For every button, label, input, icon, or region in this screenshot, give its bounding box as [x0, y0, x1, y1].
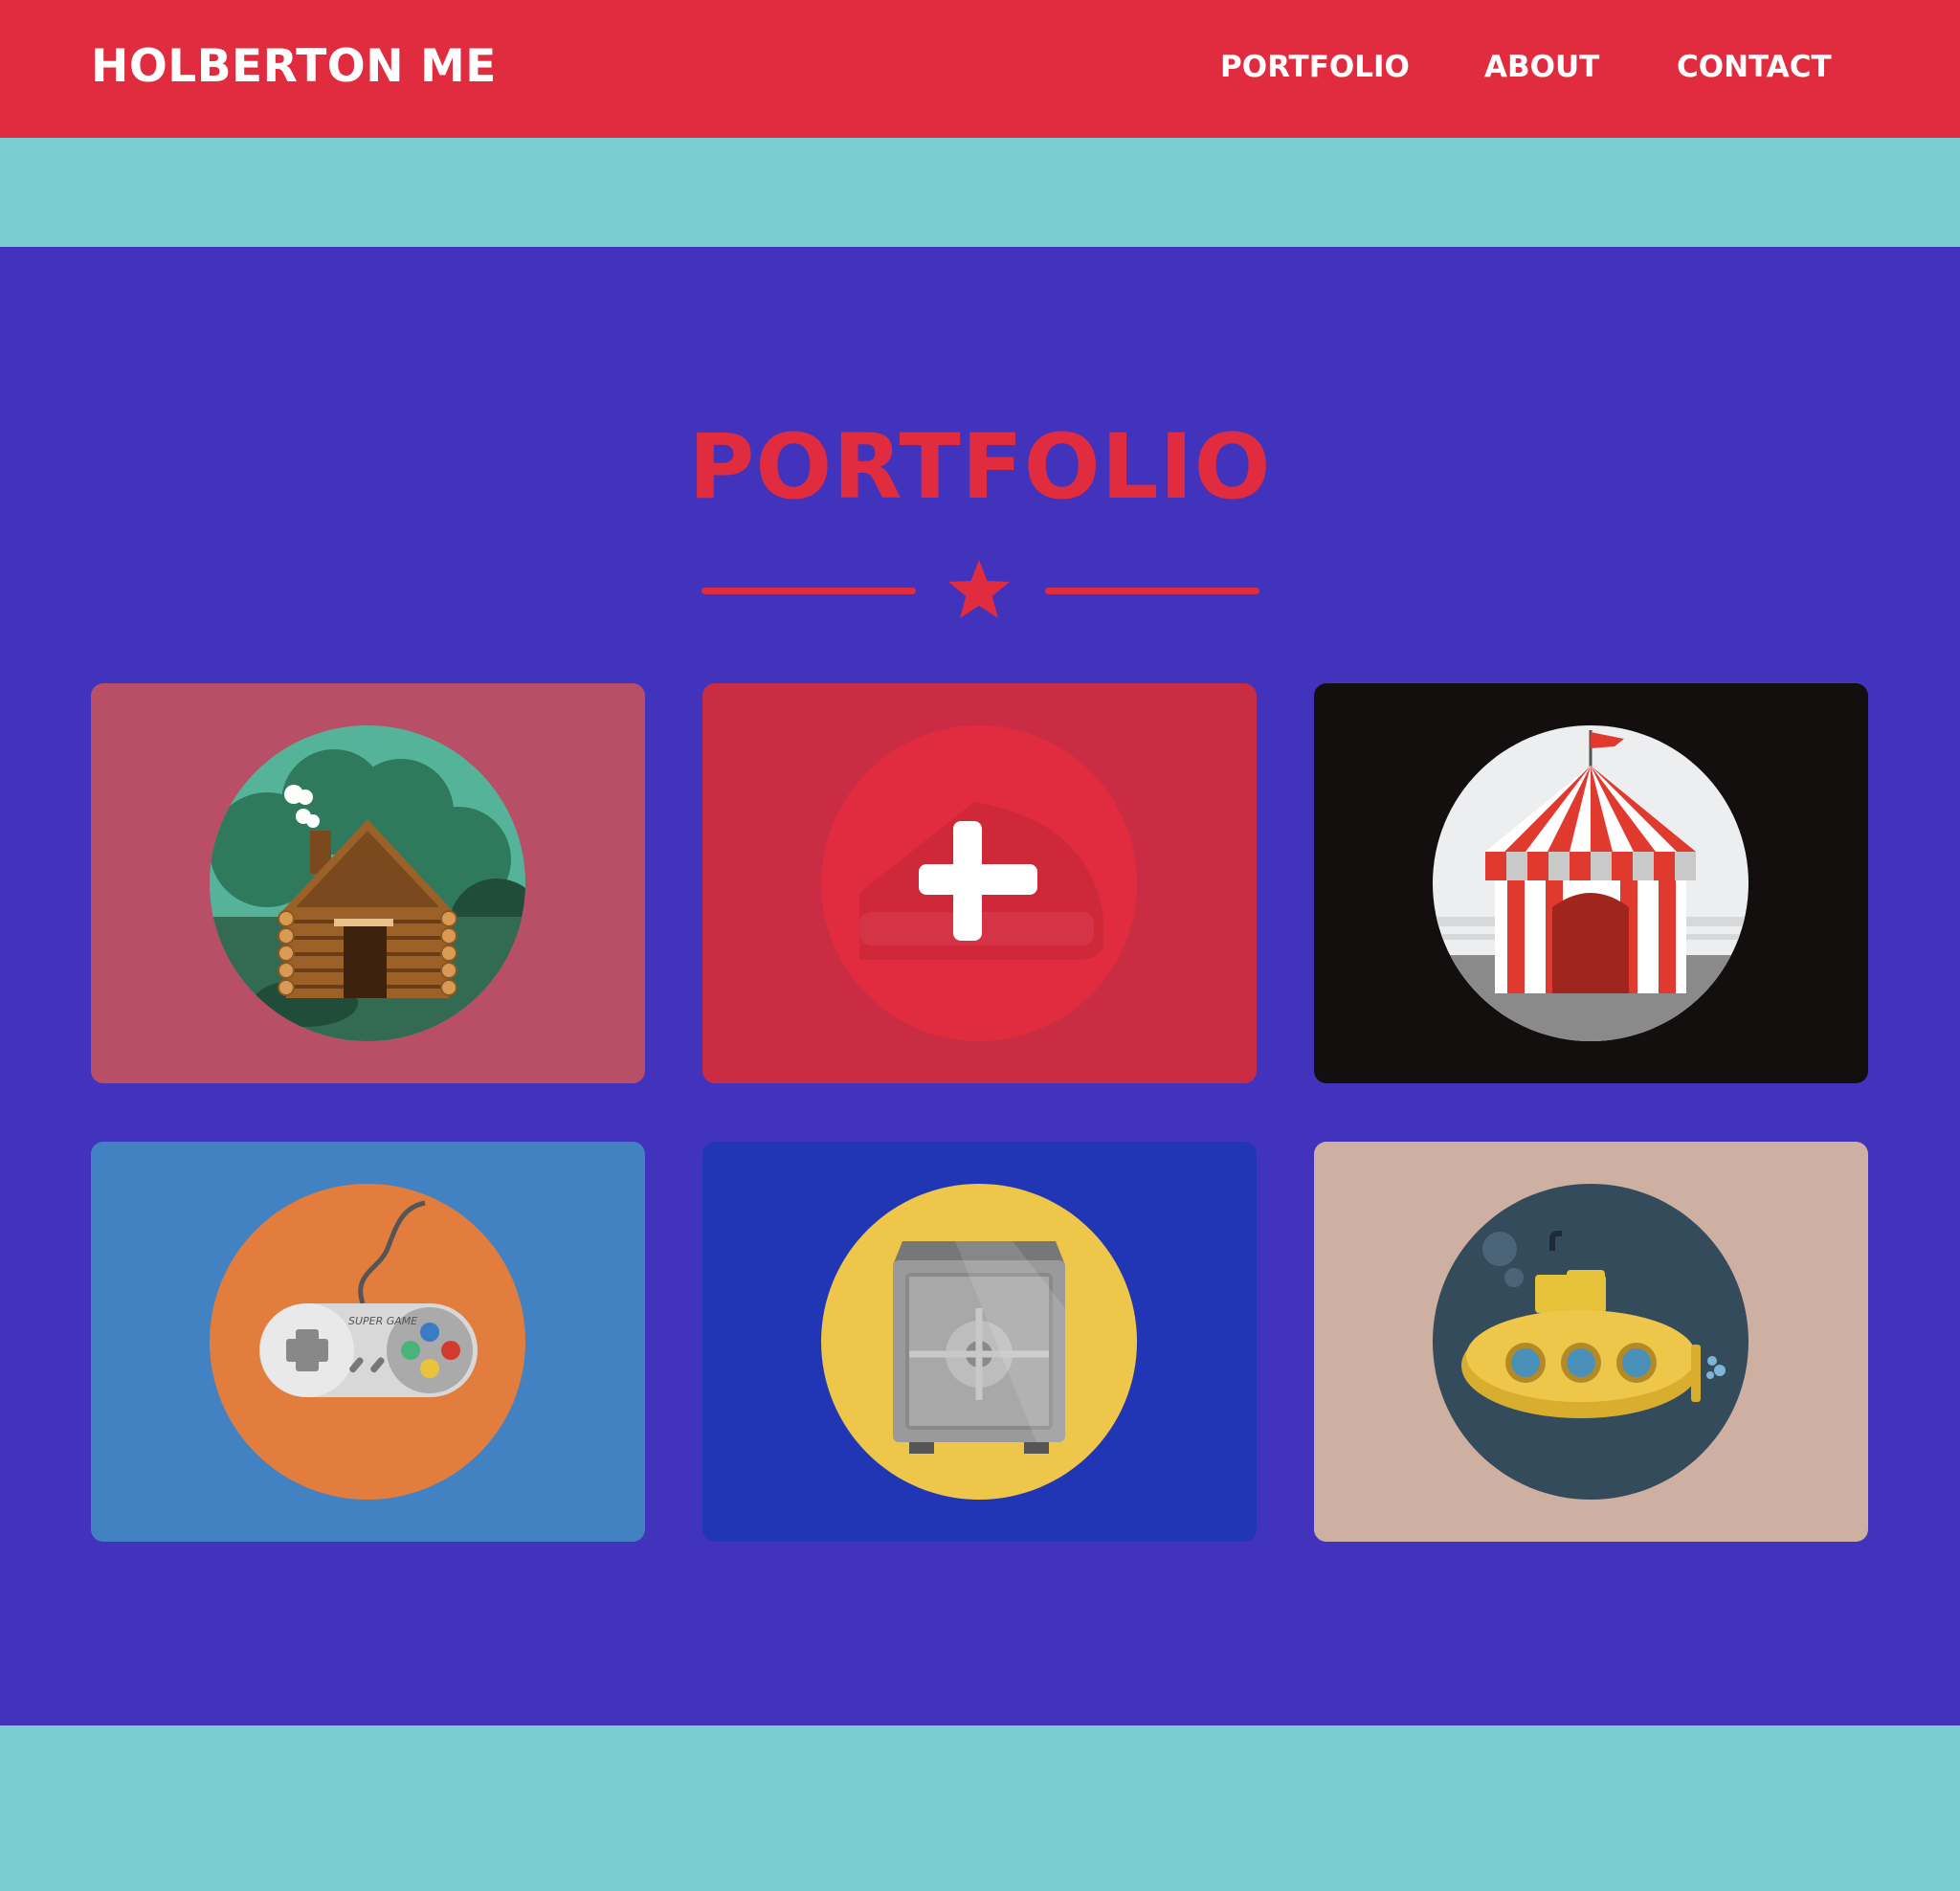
- divider-line-left: [702, 588, 916, 594]
- brand-logo[interactable]: HOLBERTON ME: [91, 40, 497, 93]
- nav-link-contact[interactable]: CONTACT: [1677, 50, 1832, 84]
- portfolio-item-submarine[interactable]: [1314, 1142, 1868, 1542]
- game-controller-icon: SUPER GAME: [210, 1184, 525, 1500]
- log-cabin-icon: [210, 725, 525, 1041]
- portfolio-item-safe[interactable]: [702, 1142, 1257, 1542]
- star-icon: [948, 560, 1010, 618]
- portfolio-item-circus[interactable]: [1314, 683, 1868, 1083]
- portfolio-item-cabin[interactable]: [91, 683, 645, 1083]
- portfolio-item-game[interactable]: SUPER GAME: [91, 1142, 645, 1542]
- nav-link-portfolio[interactable]: PORTFOLIO: [1220, 50, 1410, 84]
- cake-icon: [821, 725, 1137, 1041]
- divider-line-right: [1045, 588, 1259, 594]
- portfolio-item-cake[interactable]: [702, 683, 1257, 1083]
- safe-icon: [821, 1184, 1137, 1500]
- footer-band: [0, 1725, 1960, 1891]
- controller-label: SUPER GAME: [348, 1315, 417, 1327]
- submarine-icon: [1433, 1184, 1748, 1500]
- header-band: [0, 138, 1960, 247]
- circus-tent-icon: [1433, 725, 1748, 1041]
- portfolio-title: PORTFOLIO: [688, 415, 1272, 520]
- nav-link-about[interactable]: ABOUT: [1484, 50, 1599, 84]
- navbar: HOLBERTON ME PORTFOLIO ABOUT CONTACT: [0, 0, 1960, 138]
